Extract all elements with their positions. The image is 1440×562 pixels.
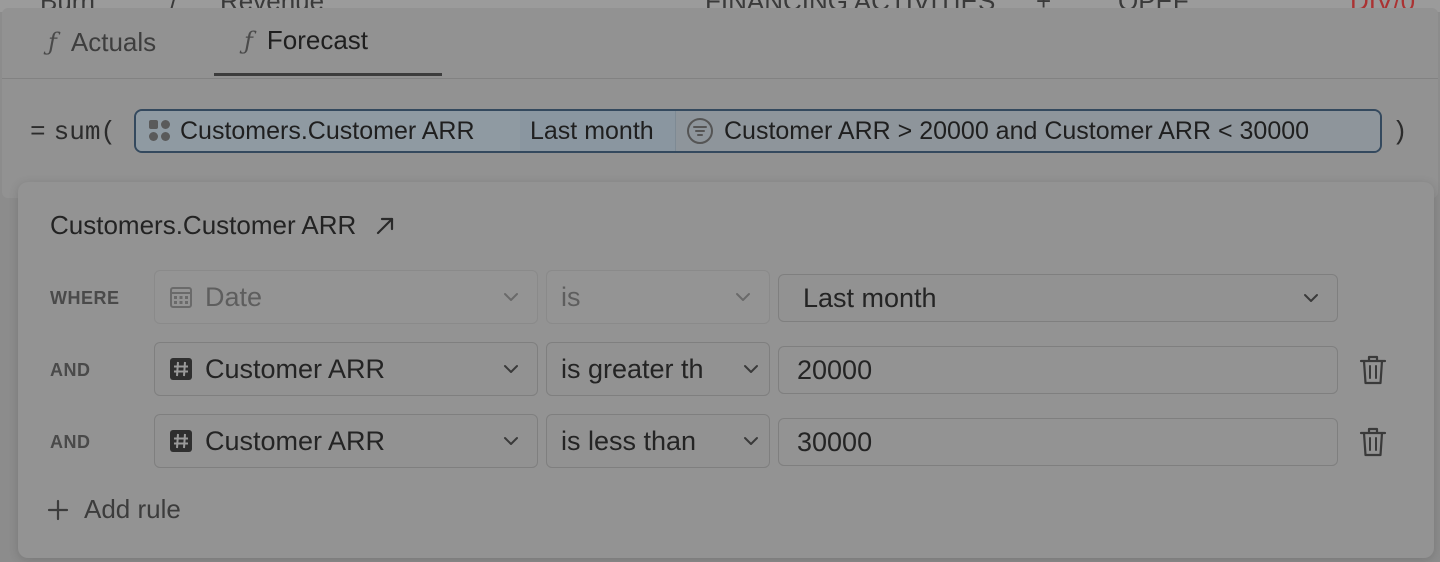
operator-select-is: is bbox=[546, 270, 770, 324]
plus-icon bbox=[47, 499, 69, 520]
trash-icon[interactable] bbox=[1358, 354, 1388, 386]
tab-label: Actuals bbox=[70, 26, 157, 57]
function-icon: ƒ bbox=[244, 26, 253, 55]
tab-label: Forecast bbox=[266, 25, 369, 55]
operator-select-less[interactable]: is less than bbox=[546, 414, 770, 468]
rule-label: AND bbox=[50, 359, 91, 380]
closing-paren: ) bbox=[1392, 117, 1408, 147]
add-rule-label: Add rule bbox=[84, 494, 181, 524]
value-input-min[interactable]: 20000 bbox=[778, 346, 1338, 394]
period-segment[interactable]: Last month bbox=[520, 111, 676, 151]
metric-label: Customers.Customer ARR bbox=[180, 116, 475, 145]
field-label: Customer ARR bbox=[205, 353, 386, 384]
tab-actuals[interactable]: ƒ Actuals bbox=[18, 8, 186, 76]
function-icon: ƒ bbox=[48, 28, 57, 56]
operator-select-greater[interactable]: is greater th bbox=[546, 342, 770, 396]
number-icon bbox=[169, 429, 193, 453]
database-icon bbox=[149, 120, 170, 141]
chevron-down-icon bbox=[504, 437, 518, 445]
field-label: Customer ARR bbox=[205, 425, 386, 456]
rule-label: WHERE bbox=[50, 287, 120, 308]
field-select-date: Date bbox=[154, 270, 538, 324]
formula-prefix: = sum( bbox=[30, 108, 116, 156]
value-select-period[interactable]: Last month bbox=[778, 274, 1338, 322]
filter-segment[interactable]: Customer ARR > 20000 and Customer ARR < … bbox=[676, 111, 1380, 151]
chevron-down-icon bbox=[744, 365, 758, 373]
calendar-icon bbox=[169, 285, 193, 309]
operator-label: is greater th bbox=[561, 353, 704, 384]
field-select-customer-arr[interactable]: Customer ARR bbox=[154, 414, 538, 468]
panel-header: Customers.Customer ARR bbox=[50, 210, 396, 241]
chevron-down-icon bbox=[504, 293, 518, 301]
value-input-max[interactable]: 30000 bbox=[778, 418, 1338, 466]
equals-sign: = bbox=[30, 117, 46, 147]
open-external-icon[interactable] bbox=[374, 215, 396, 237]
filter-rule-and-1: AND Customer ARR is greater th 20000 bbox=[18, 342, 1434, 398]
operator-label: is less than bbox=[561, 425, 697, 456]
metric-segment[interactable]: Customers.Customer ARR bbox=[136, 111, 520, 151]
formula-reference-pill[interactable]: Customers.Customer ARR Last month Custom… bbox=[134, 109, 1382, 153]
trash-icon[interactable] bbox=[1358, 426, 1388, 458]
chevron-down-icon bbox=[1304, 294, 1318, 302]
chevron-down-icon bbox=[736, 293, 750, 301]
value-label: Last month bbox=[803, 282, 937, 313]
add-rule-button[interactable]: Add rule bbox=[46, 494, 181, 525]
value-text: 20000 bbox=[797, 354, 873, 385]
formula-tabs: ƒ Actuals ƒ Forecast bbox=[2, 8, 1438, 79]
function-name: sum( bbox=[53, 117, 117, 147]
value-text: 30000 bbox=[797, 426, 873, 457]
operator-label: is bbox=[561, 281, 581, 312]
filter-rule-where: WHERE Date is Last month bbox=[18, 270, 1434, 326]
rule-label: AND bbox=[50, 431, 91, 452]
number-icon bbox=[169, 357, 193, 381]
field-select-customer-arr[interactable]: Customer ARR bbox=[154, 342, 538, 396]
period-label: Last month bbox=[530, 116, 654, 145]
formula-editor: ƒ Actuals ƒ Forecast bbox=[2, 8, 1438, 198]
chevron-down-icon bbox=[744, 437, 758, 445]
filter-icon bbox=[687, 118, 713, 144]
chevron-down-icon bbox=[504, 365, 518, 373]
field-label: Date bbox=[205, 281, 263, 312]
tab-forecast[interactable]: ƒ Forecast bbox=[214, 8, 442, 76]
panel-title: Customers.Customer ARR bbox=[50, 210, 357, 240]
filter-label: Customer ARR > 20000 and Customer ARR < … bbox=[724, 116, 1310, 145]
filter-panel: Customers.Customer ARR WHERE Date is Las… bbox=[18, 182, 1434, 558]
filter-rule-and-2: AND Customer ARR is less than 30000 bbox=[18, 414, 1434, 470]
